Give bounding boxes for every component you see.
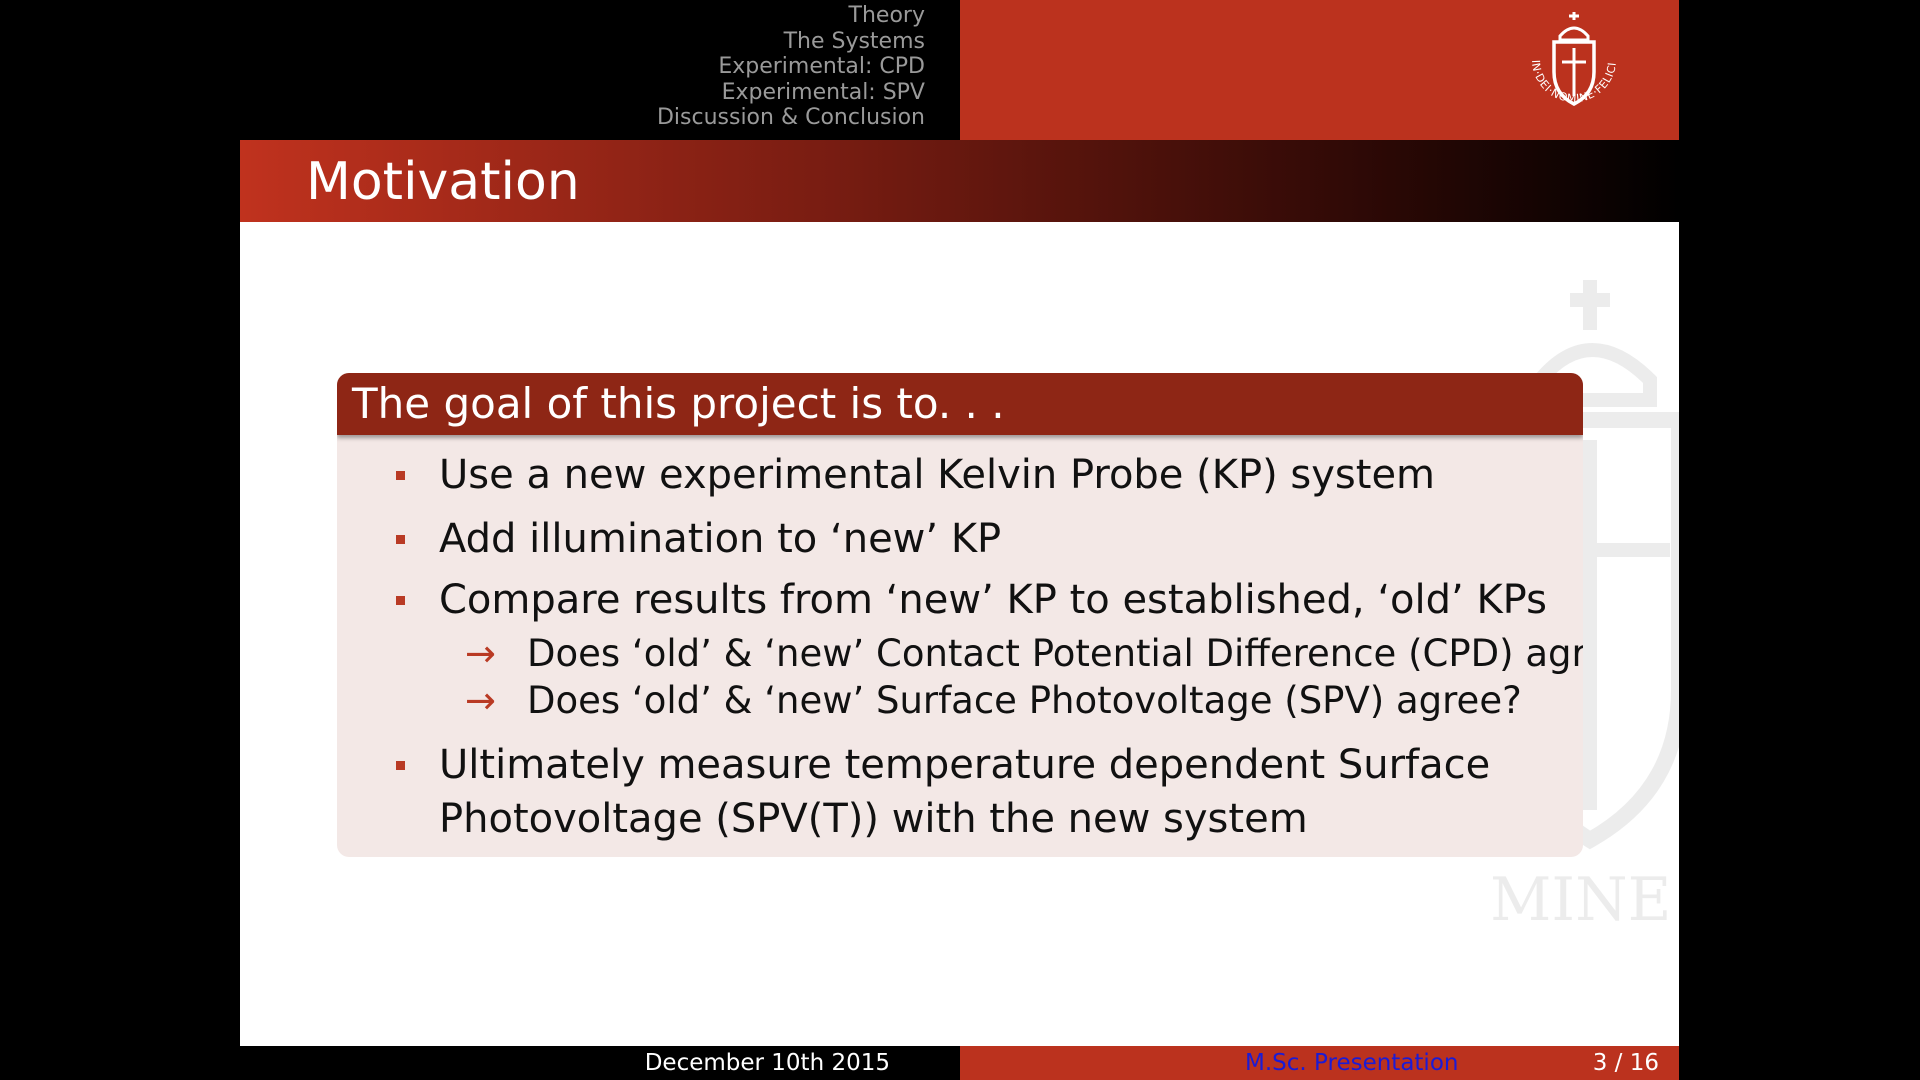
footer-presentation-link[interactable]: M.Sc. Presentation (1245, 1046, 1458, 1080)
square-bullet-icon (396, 471, 405, 480)
sub-list-item-text: Does ‘old’ & ‘new’ Contact Potential Dif… (527, 632, 1583, 675)
footer-page-number: 3 / 16 (1592, 1050, 1659, 1076)
slide: Theory The Systems Experimental: CPD Exp… (240, 0, 1679, 1080)
nav-section-spv[interactable]: Experimental: SPV (240, 80, 925, 106)
footer-title-bar: M.Sc. Presentation 3 / 16 (960, 1046, 1679, 1080)
square-bullet-icon (396, 535, 405, 544)
list-item-text: Photovoltage (SPV(T)) with the new syste… (439, 796, 1308, 842)
block-title: The goal of this project is to. . . (337, 373, 1583, 435)
logo-panel: IN·DEI·NOMINE·FELICITER (960, 0, 1679, 140)
nav-section-systems[interactable]: The Systems (240, 29, 925, 55)
frame-title-bar: Motivation (240, 140, 1679, 222)
list-item-text: Compare results from ‘new’ KP to establi… (439, 577, 1547, 623)
university-seal-icon: IN·DEI·NOMINE·FELICITER (1514, 8, 1619, 106)
footer-date-bar: December 10th 2015 (240, 1046, 960, 1080)
footer-date: December 10th 2015 (644, 1050, 890, 1076)
square-bullet-icon (396, 596, 405, 605)
watermark-text: MINE (1490, 865, 1671, 930)
goal-block: The goal of this project is to. . . Use … (337, 373, 1583, 857)
svg-text:IN·DEI·NOMINE·FELICITER: IN·DEI·NOMINE·FELICITER (1514, 8, 1619, 105)
list-item-text: Use a new experimental Kelvin Probe (KP)… (439, 452, 1436, 498)
section-navigation: Theory The Systems Experimental: CPD Exp… (240, 0, 960, 140)
nav-section-cpd[interactable]: Experimental: CPD (240, 54, 925, 80)
sub-list-item-text: Does ‘old’ & ‘new’ Surface Photovoltage … (527, 679, 1522, 722)
square-bullet-icon (396, 761, 405, 770)
frame-title: Motivation (306, 152, 580, 212)
right-arrow-icon: → (465, 679, 497, 722)
list-item-text: Add illumination to ‘new’ KP (439, 516, 1002, 562)
right-arrow-icon: → (465, 632, 497, 675)
nav-section-theory[interactable]: Theory (240, 3, 925, 29)
nav-section-discussion[interactable]: Discussion & Conclusion (240, 105, 925, 131)
seal-motto: IN·DEI·NOMINE·FELICITER (1514, 8, 1618, 105)
list-item-text: Ultimately measure temperature dependent… (439, 742, 1491, 788)
